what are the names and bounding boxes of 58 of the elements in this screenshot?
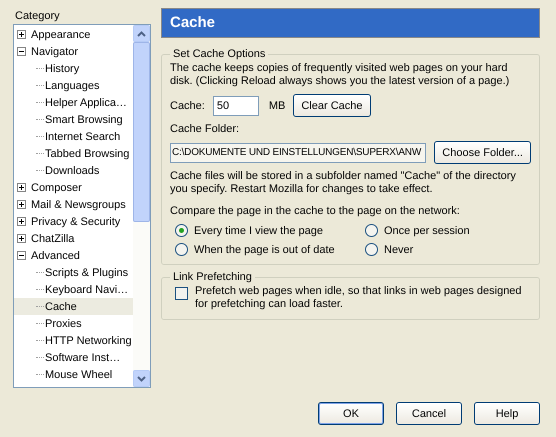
tree-item[interactable]: Appearance xyxy=(14,26,133,43)
expand-icon[interactable] xyxy=(17,30,26,39)
dialog-button[interactable]: Help xyxy=(474,402,540,425)
tree-item[interactable]: Advanced xyxy=(14,247,133,264)
tree-item[interactable]: Smart Browsing xyxy=(14,111,133,128)
choose-folder-button[interactable]: Choose Folder... xyxy=(434,141,531,164)
group-legend: Set Cache Options xyxy=(170,48,268,60)
expand-icon[interactable] xyxy=(17,183,26,192)
collapse-icon[interactable] xyxy=(17,251,26,260)
tree-item[interactable]: ChatZilla xyxy=(14,230,133,247)
scrollbar[interactable] xyxy=(133,25,150,387)
tree-item[interactable]: Cache xyxy=(14,298,133,315)
prefetch-label: Prefetch web pages when idle, so that links in web pages designed for prefetching can load faster. xyxy=(195,285,523,311)
group-legend: Link Prefetching xyxy=(170,271,255,283)
tree-item[interactable]: Keyboard Navi… xyxy=(14,281,133,298)
cache-folder-field[interactable]: C:\DOKUMENTE UND EINSTELLUNGEN\SUPERX\ANW xyxy=(170,142,426,162)
tree-item[interactable]: Tabbed Browsing xyxy=(14,145,133,162)
radio-button[interactable] xyxy=(365,224,378,237)
expand-icon[interactable] xyxy=(17,234,26,243)
page-header: Cache xyxy=(161,8,540,38)
cache-folder-label: Cache Folder: xyxy=(170,123,240,135)
tree-item[interactable]: Internet Search xyxy=(14,128,133,145)
tree-item[interactable]: Navigator xyxy=(14,43,133,60)
tree-item[interactable]: Privacy & Security xyxy=(14,213,133,230)
category-label: Category xyxy=(14,9,61,24)
tree-item[interactable]: HTTP Networking xyxy=(14,332,133,349)
tree-item[interactable]: Mail & Newsgroups xyxy=(14,196,133,213)
radio-option[interactable]: Never xyxy=(365,243,531,256)
tree-item[interactable]: Languages xyxy=(14,77,133,94)
radio-option[interactable]: Once per session xyxy=(365,224,531,237)
tree-item[interactable]: Helper Applica… xyxy=(14,94,133,111)
tree-item[interactable]: Scripts & Plugins xyxy=(14,264,133,281)
cache-size-field[interactable]: 50 xyxy=(212,96,259,116)
tree-item[interactable]: Software Inst… xyxy=(14,349,133,366)
cache-description: The cache keeps copies of frequently visited web pages on your hard disk. (Clicking Reload always shows you the latest version of a page.) xyxy=(170,62,510,88)
tree-item[interactable]: Composer xyxy=(14,179,133,196)
compare-label: Compare the page in the cache to the page on the network: xyxy=(170,205,461,218)
radio-button[interactable] xyxy=(365,243,378,256)
radio-option[interactable]: Every time I view the page xyxy=(175,224,365,237)
cache-size-label: Cache: xyxy=(170,100,205,112)
radio-button[interactable] xyxy=(175,224,188,237)
clear-cache-button[interactable]: Clear Cache xyxy=(293,94,370,117)
cache-folder-note: Cache files will be stored in a subfolder named "Cache" of the directory you specify. Restart Mozilla for changes to take effect. xyxy=(170,170,517,196)
radio-option[interactable]: When the page is out of date xyxy=(175,243,365,256)
tree-item[interactable]: Proxies xyxy=(14,315,133,332)
tree-item[interactable]: Mouse Wheel xyxy=(14,366,133,383)
prefetch-checkbox[interactable] xyxy=(175,287,188,300)
expand-icon[interactable] xyxy=(17,217,26,226)
unit-label: MB xyxy=(268,100,286,112)
scroll-up-icon[interactable] xyxy=(137,30,146,36)
radio-button[interactable] xyxy=(175,243,188,256)
scroll-down-icon[interactable] xyxy=(137,376,146,382)
tree-item[interactable]: Downloads xyxy=(14,162,133,179)
tree-item[interactable]: History xyxy=(14,60,133,77)
dialog-button[interactable]: Cancel xyxy=(396,402,462,425)
expand-icon[interactable] xyxy=(17,200,26,209)
collapse-icon[interactable] xyxy=(17,47,26,56)
dialog-button[interactable]: OK xyxy=(318,402,384,425)
